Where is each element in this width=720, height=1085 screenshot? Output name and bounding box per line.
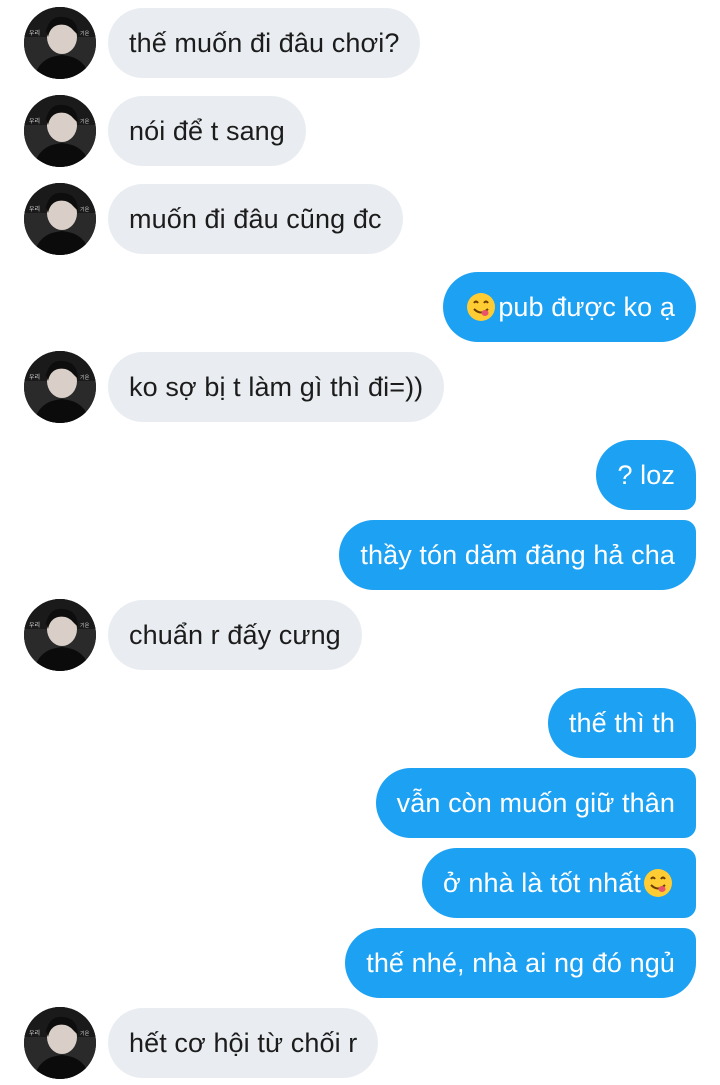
svg-text:기은: 기은 [80, 118, 90, 125]
message-text: chuẩn r đấy cưng [129, 619, 341, 650]
avatar[interactable]: 우리 기은 [24, 1007, 96, 1079]
message-row-outgoing: thế thì th [0, 687, 720, 759]
svg-text:기은: 기은 [80, 206, 90, 213]
message-text: muốn đi đâu cũng đc [129, 203, 382, 234]
message-row-incoming: 우리 기은 thế muốn đi đâu chơi? [0, 7, 720, 79]
message-row-outgoing: vẫn còn muốn giữ thân [0, 767, 720, 839]
message-row-incoming: 우리 기은 hết cơ hội từ chối r [0, 1007, 720, 1079]
incoming-message-bubble[interactable]: hết cơ hội từ chối r [108, 1008, 379, 1078]
svg-text:기은: 기은 [80, 30, 90, 37]
message-text: nói để t sang [129, 115, 285, 146]
message-row-outgoing: thế nhé, nhà ai ng đó ngủ [0, 927, 720, 999]
avatar[interactable]: 우리 기은 [24, 7, 96, 79]
message-text: thế thì th [568, 707, 675, 738]
chat-thread: 우리 기은 thế muốn đi đâu chơi? 우리 기은 nói để… [0, 0, 720, 1085]
svg-text:기은: 기은 [80, 622, 90, 629]
svg-text:우리: 우리 [29, 117, 40, 125]
avatar[interactable]: 우리 기은 [24, 599, 96, 671]
outgoing-message-bubble[interactable]: pub được ko ạ [443, 272, 696, 342]
incoming-message-bubble[interactable]: ko sợ bị t làm gì thì đi=)) [108, 352, 445, 422]
incoming-message-bubble[interactable]: muốn đi đâu cũng đc [108, 184, 403, 254]
message-row-outgoing: ? loz [0, 439, 720, 511]
incoming-message-bubble[interactable]: thế muốn đi đâu chơi? [108, 8, 421, 78]
avatar[interactable]: 우리 기은 [24, 183, 96, 255]
message-text: thầy tón dăm đãng hả cha [360, 539, 675, 570]
yum-face-emoji [466, 292, 496, 322]
message-text: thế muốn đi đâu chơi? [129, 27, 400, 58]
message-row-outgoing: ở nhà là tốt nhất [0, 847, 720, 919]
message-row-incoming: 우리 기은 chuẩn r đấy cưng [0, 599, 720, 671]
outgoing-message-bubble[interactable]: ? loz [596, 440, 696, 510]
message-row-incoming: 우리 기은 nói để t sang [0, 95, 720, 167]
message-text: ? loz [617, 459, 675, 490]
message-row-incoming: 우리 기은 muốn đi đâu cũng đc [0, 183, 720, 255]
yum-face-emoji [643, 868, 673, 898]
outgoing-message-bubble[interactable]: ở nhà là tốt nhất [421, 848, 696, 918]
outgoing-message-bubble[interactable]: thầy tón dăm đãng hả cha [339, 520, 696, 590]
svg-text:우리: 우리 [29, 205, 40, 213]
message-text: ở nhà là tốt nhất [442, 867, 641, 898]
incoming-message-bubble[interactable]: chuẩn r đấy cưng [108, 600, 362, 670]
message-text: hết cơ hội từ chối r [129, 1027, 358, 1058]
message-row-incoming: 우리 기은 ko sợ bị t làm gì thì đi=)) [0, 351, 720, 423]
outgoing-message-bubble[interactable]: vẫn còn muốn giữ thân [375, 768, 696, 838]
message-text: thế nhé, nhà ai ng đó ngủ [366, 947, 675, 978]
svg-text:우리: 우리 [29, 621, 40, 629]
outgoing-message-bubble[interactable]: thế nhé, nhà ai ng đó ngủ [345, 928, 696, 998]
avatar[interactable]: 우리 기은 [24, 95, 96, 167]
outgoing-message-bubble[interactable]: thế thì th [547, 688, 696, 758]
svg-text:기은: 기은 [80, 1030, 90, 1037]
message-row-outgoing: thầy tón dăm đãng hả cha [0, 519, 720, 591]
message-text: vẫn còn muốn giữ thân [396, 787, 675, 818]
incoming-message-bubble[interactable]: nói để t sang [108, 96, 306, 166]
svg-text:기은: 기은 [80, 374, 90, 381]
svg-text:우리: 우리 [29, 1029, 40, 1037]
svg-text:우리: 우리 [29, 29, 40, 37]
message-row-outgoing: pub được ko ạ [0, 271, 720, 343]
message-text: pub được ko ạ [498, 291, 675, 322]
svg-text:우리: 우리 [29, 373, 40, 381]
message-text: ko sợ bị t làm gì thì đi=)) [129, 371, 424, 402]
avatar[interactable]: 우리 기은 [24, 351, 96, 423]
